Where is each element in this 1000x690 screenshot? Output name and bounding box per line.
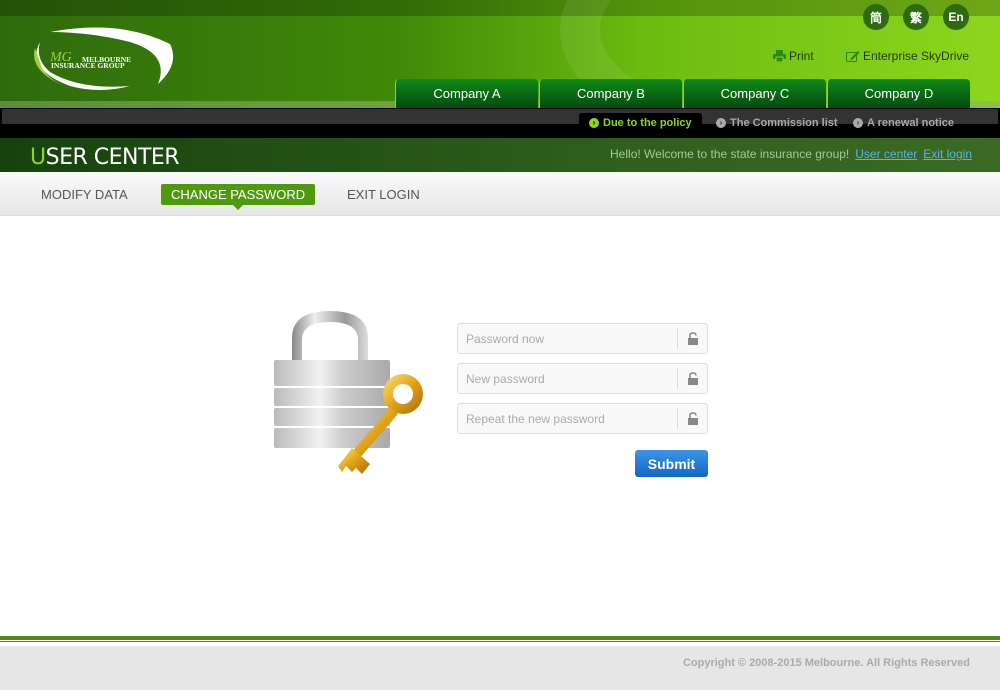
chevron-right-icon: › [853, 117, 863, 128]
subnav-label: A renewal notice [867, 116, 955, 129]
menu-exit-login[interactable]: EXIT LOGIN [337, 184, 430, 205]
unlock-icon [677, 408, 707, 429]
user-center-link[interactable]: User center [855, 147, 917, 161]
svg-text:INSURANCE GROUP: INSURANCE GROUP [51, 61, 125, 70]
welcome-text: Hello! Welcome to the state insurance gr… [610, 147, 850, 161]
footer: Copyright © 2008-2015 Melbourne. All Rig… [0, 646, 1000, 690]
printer-icon [773, 50, 786, 62]
subnav-renewal-notice[interactable]: › A renewal notice [843, 113, 964, 132]
menu-modify-data[interactable]: MODIFY DATA [31, 184, 138, 205]
user-menu: MODIFY DATA CHANGE PASSWORD EXIT LOGIN [0, 172, 1000, 216]
chevron-right-icon: › [589, 117, 599, 128]
tab-company-b[interactable]: Company B [539, 79, 682, 108]
page-title: USER CENTER [30, 145, 180, 170]
print-label: Print [789, 49, 814, 63]
print-link[interactable]: Print [773, 49, 814, 63]
repeat-password-input[interactable] [458, 404, 673, 433]
subnav-label: Due to the policy [603, 116, 692, 129]
exit-login-link[interactable]: Exit login [923, 147, 972, 161]
submit-button[interactable]: Submit [635, 450, 708, 477]
lang-traditional-button[interactable]: 繁 [903, 4, 929, 30]
lang-simplified-button[interactable]: 简 [863, 4, 889, 30]
chevron-right-icon: › [716, 117, 726, 128]
subnav-commission-list[interactable]: › The Commission list [706, 113, 848, 132]
unlock-icon [677, 328, 707, 349]
current-password-input[interactable] [458, 324, 673, 353]
tab-company-c[interactable]: Company C [683, 79, 826, 108]
current-password-field[interactable] [457, 323, 708, 354]
company-tabs: Company A Company B Company C Company D [395, 79, 971, 108]
edit-icon [846, 51, 860, 62]
user-center-bar: USER CENTER Hello! Welcome to the state … [0, 138, 1000, 172]
subnav-due-policy[interactable]: › Due to the policy [579, 113, 702, 132]
footer-divider [0, 636, 1000, 642]
unlock-icon [677, 368, 707, 389]
skydrive-label: Enterprise SkyDrive [863, 49, 970, 63]
tab-company-a[interactable]: Company A [395, 79, 538, 108]
new-password-field[interactable] [457, 363, 708, 394]
copyright-text: Copyright © 2008-2015 Melbourne. All Rig… [682, 657, 970, 669]
new-password-input[interactable] [458, 364, 673, 393]
padlock-key-illustration [274, 311, 423, 474]
skydrive-link[interactable]: Enterprise SkyDrive [846, 49, 969, 63]
tab-company-d[interactable]: Company D [827, 79, 970, 108]
menu-change-password[interactable]: CHANGE PASSWORD [161, 184, 316, 210]
lang-english-button[interactable]: En [943, 4, 969, 30]
subnav-label: The Commission list [730, 116, 838, 129]
welcome-area: Hello! Welcome to the state insurance gr… [610, 147, 972, 161]
repeat-password-field[interactable] [457, 403, 708, 434]
company-logo[interactable]: MG MELBOURNE INSURANCE GROUP [30, 24, 175, 92]
